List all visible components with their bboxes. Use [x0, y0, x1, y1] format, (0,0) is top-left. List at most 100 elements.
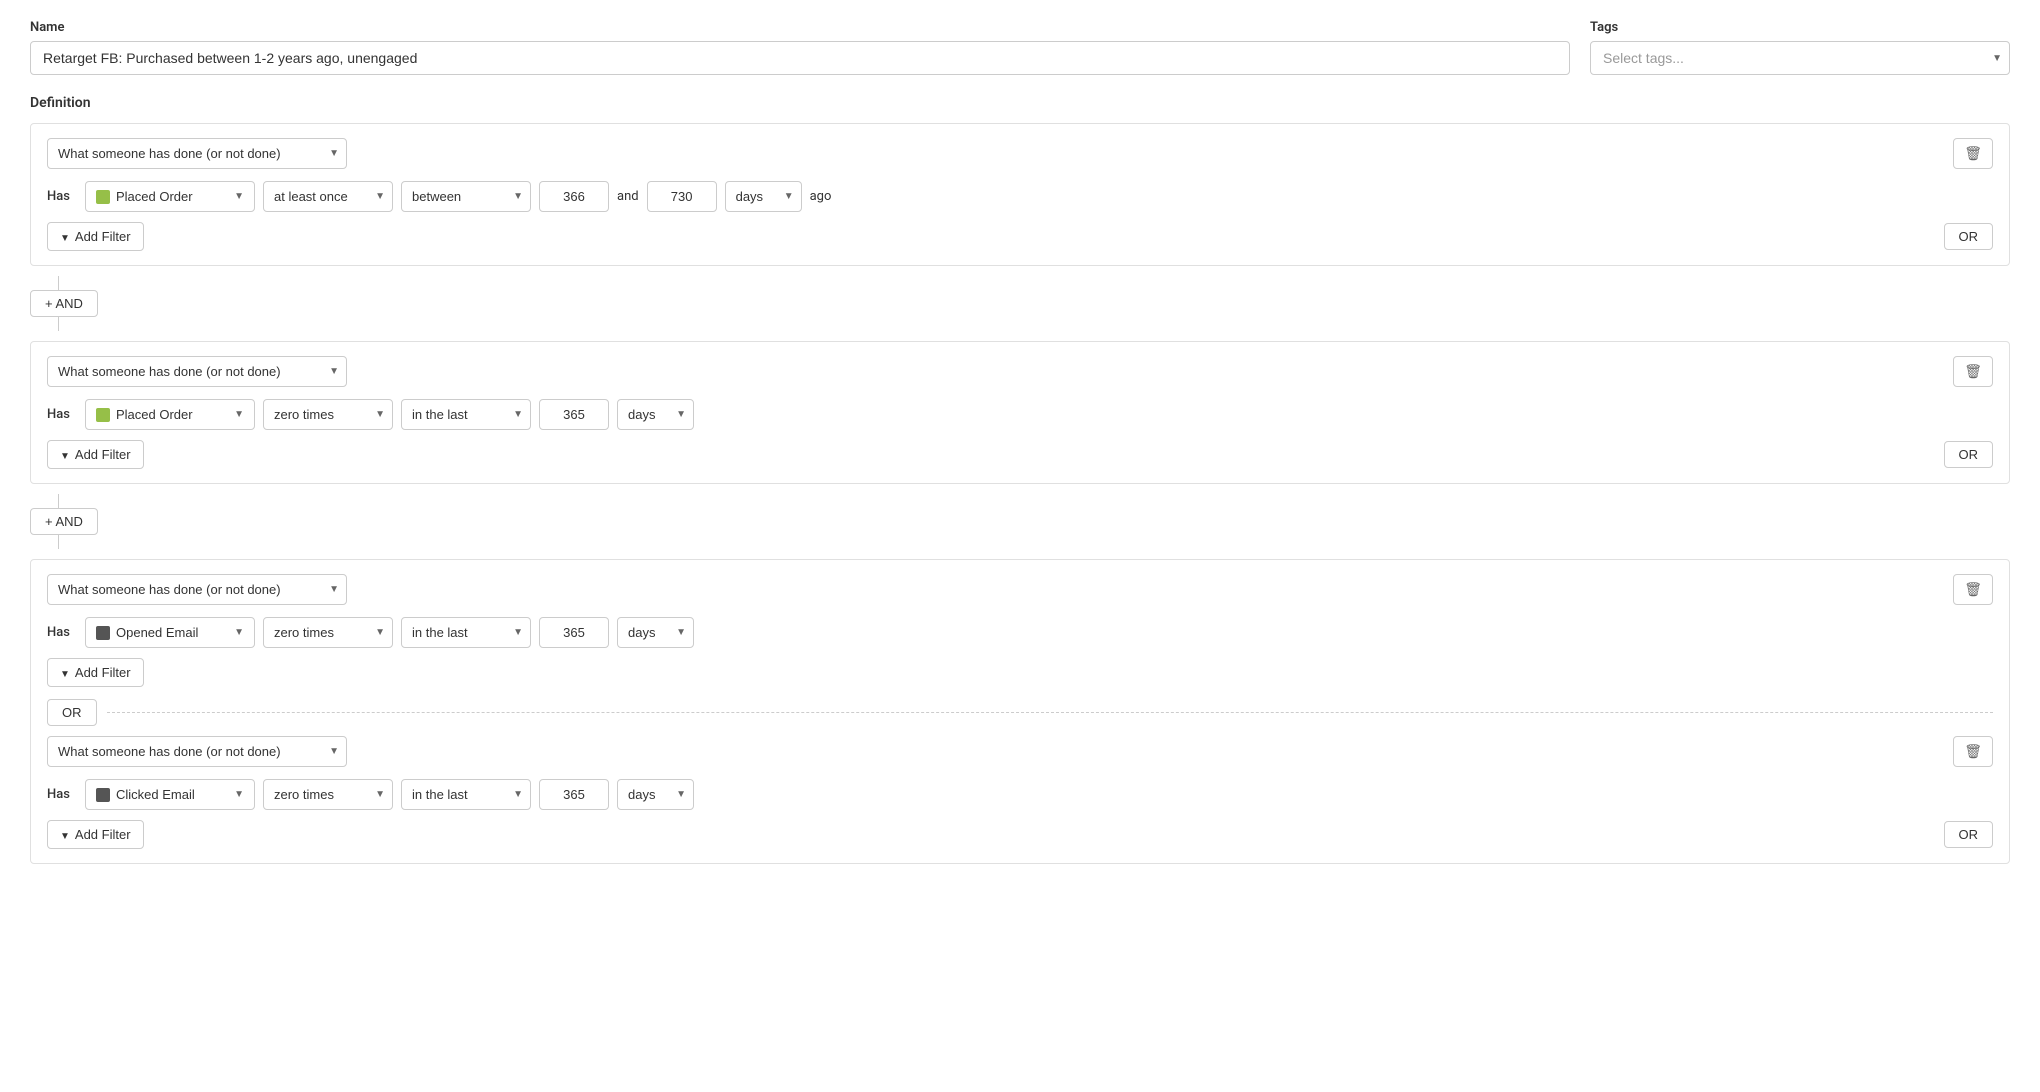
and-connector-1: + AND: [30, 276, 2010, 331]
condition-type-select-3[interactable]: What someone has done (or not done): [47, 574, 347, 605]
unit-select-1[interactable]: days weeks: [725, 181, 802, 212]
or-button-1[interactable]: OR: [1944, 223, 1994, 250]
condition-3-inner: What someone has done (or not done) ▼ 🗑 …: [47, 574, 1993, 687]
unit-wrapper-2: days weeks ▼: [617, 399, 694, 430]
frequency-select-4[interactable]: zero times at least once: [263, 779, 393, 810]
delete-button-3[interactable]: 🗑: [1953, 574, 1993, 605]
event-chevron-1: ▼: [234, 191, 244, 202]
has-label-2: Has: [47, 407, 77, 422]
or-separator-button[interactable]: OR: [47, 699, 97, 726]
connector-line-1b: [58, 317, 59, 331]
value-input-2[interactable]: [539, 399, 609, 430]
add-filter-button-4[interactable]: Add Filter: [47, 820, 144, 849]
frequency-select-3[interactable]: zero times at least once: [263, 617, 393, 648]
condition-type-wrapper-4: What someone has done (or not done) ▼: [47, 736, 347, 767]
has-label-4: Has: [47, 787, 77, 802]
condition-header-1: What someone has done (or not done) ▼ 🗑: [47, 138, 1993, 169]
connector-line-2: [58, 494, 59, 508]
has-label-3: Has: [47, 625, 77, 640]
add-filter-button-3[interactable]: Add Filter: [47, 658, 144, 687]
condition-row-3: Has Opened Email ▼ zero times at least o…: [47, 617, 1993, 648]
value-input-3[interactable]: [539, 617, 609, 648]
condition-type-select-4[interactable]: What someone has done (or not done): [47, 736, 347, 767]
event-chevron-3: ▼: [234, 627, 244, 638]
condition-block-2: What someone has done (or not done) ▼ 🗑 …: [30, 341, 2010, 484]
event-name-2: Placed Order: [116, 407, 193, 422]
unit-select-3[interactable]: days weeks: [617, 617, 694, 648]
unit-wrapper-1: days weeks ▼: [725, 181, 802, 212]
timeframe-select-4[interactable]: in the last between over all time: [401, 779, 531, 810]
delete-button-4[interactable]: 🗑: [1953, 736, 1993, 767]
event-select-3[interactable]: Opened Email ▼: [85, 617, 255, 648]
and-button-1[interactable]: + AND: [30, 290, 98, 317]
condition-footer-2: Add Filter OR: [47, 440, 1993, 469]
or-separator-line: [107, 712, 1994, 713]
email-icon-3: [96, 626, 110, 640]
timeframe-wrapper-4: in the last between over all time ▼: [401, 779, 531, 810]
condition-type-select-2[interactable]: What someone has done (or not done): [47, 356, 347, 387]
connector-line-2b: [58, 535, 59, 549]
event-name-1: Placed Order: [116, 189, 193, 204]
add-filter-button-2[interactable]: Add Filter: [47, 440, 144, 469]
connector-line-1: [58, 276, 59, 290]
or-button-2[interactable]: OR: [1944, 441, 1994, 468]
and-connector-2: + AND: [30, 494, 2010, 549]
condition-type-wrapper-3: What someone has done (or not done) ▼: [47, 574, 347, 605]
event-select-4[interactable]: Clicked Email ▼: [85, 779, 255, 810]
filter-icon-2: [60, 447, 70, 462]
unit-wrapper-3: days weeks ▼: [617, 617, 694, 648]
name-input[interactable]: [30, 41, 1570, 75]
event-name-3: Opened Email: [116, 625, 198, 640]
condition-row-1: Has Placed Order ▼ at least once zero ti…: [47, 181, 1993, 212]
filter-icon-4: [60, 827, 70, 842]
value-input-1a[interactable]: [539, 181, 609, 212]
filter-icon-1: [60, 229, 70, 244]
filter-icon-3: [60, 665, 70, 680]
frequency-select-1[interactable]: at least once zero times: [263, 181, 393, 212]
unit-select-4[interactable]: days weeks: [617, 779, 694, 810]
condition-4-inner: What someone has done (or not done) ▼ 🗑 …: [47, 736, 1993, 849]
timeframe-select-1[interactable]: between in the last over all time: [401, 181, 531, 212]
has-label-1: Has: [47, 189, 77, 204]
or-button-4[interactable]: OR: [1944, 821, 1994, 848]
unit-select-2[interactable]: days weeks: [617, 399, 694, 430]
and-text-1: and: [617, 189, 639, 204]
event-select-1[interactable]: Placed Order ▼: [85, 181, 255, 212]
definition-label: Definition: [30, 95, 2010, 111]
add-filter-row-3: Add Filter: [47, 658, 1993, 687]
condition-header-3: What someone has done (or not done) ▼ 🗑: [47, 574, 1993, 605]
and-button-2[interactable]: + AND: [30, 508, 98, 535]
shopify-icon-2: [96, 408, 110, 422]
name-label: Name: [30, 20, 1570, 35]
condition-type-wrapper-2: What someone has done (or not done) ▼: [47, 356, 347, 387]
value-input-1b[interactable]: [647, 181, 717, 212]
timeframe-wrapper-3: in the last between over all time ▼: [401, 617, 531, 648]
tags-section: Tags Select tags... ▼: [1590, 20, 2010, 75]
frequency-wrapper-4: zero times at least once ▼: [263, 779, 393, 810]
tags-label: Tags: [1590, 20, 2010, 35]
value-input-4[interactable]: [539, 779, 609, 810]
frequency-select-2[interactable]: zero times at least once: [263, 399, 393, 430]
email-icon-4: [96, 788, 110, 802]
shopify-icon-1: [96, 190, 110, 204]
condition-row-4: Has Clicked Email ▼ zero times at least …: [47, 779, 1993, 810]
or-separator: OR: [47, 699, 1993, 726]
frequency-wrapper-1: at least once zero times ▼: [263, 181, 393, 212]
delete-button-2[interactable]: 🗑: [1953, 356, 1993, 387]
condition-block-1: What someone has done (or not done) ▼ 🗑 …: [30, 123, 2010, 266]
delete-button-1[interactable]: 🗑: [1953, 138, 1993, 169]
timeframe-select-2[interactable]: in the last between over all time: [401, 399, 531, 430]
ago-text-1: ago: [810, 189, 832, 204]
add-filter-button-1[interactable]: Add Filter: [47, 222, 144, 251]
condition-footer-4: Add Filter OR: [47, 820, 1993, 849]
tags-select[interactable]: Select tags...: [1590, 41, 2010, 75]
event-select-2[interactable]: Placed Order ▼: [85, 399, 255, 430]
condition-block-group: What someone has done (or not done) ▼ 🗑 …: [30, 559, 2010, 864]
condition-type-select-1[interactable]: What someone has done (or not done): [47, 138, 347, 169]
unit-wrapper-4: days weeks ▼: [617, 779, 694, 810]
event-chevron-2: ▼: [234, 409, 244, 420]
frequency-wrapper-3: zero times at least once ▼: [263, 617, 393, 648]
timeframe-select-3[interactable]: in the last between over all time: [401, 617, 531, 648]
timeframe-wrapper-2: in the last between over all time ▼: [401, 399, 531, 430]
condition-footer-1: Add Filter OR: [47, 222, 1993, 251]
